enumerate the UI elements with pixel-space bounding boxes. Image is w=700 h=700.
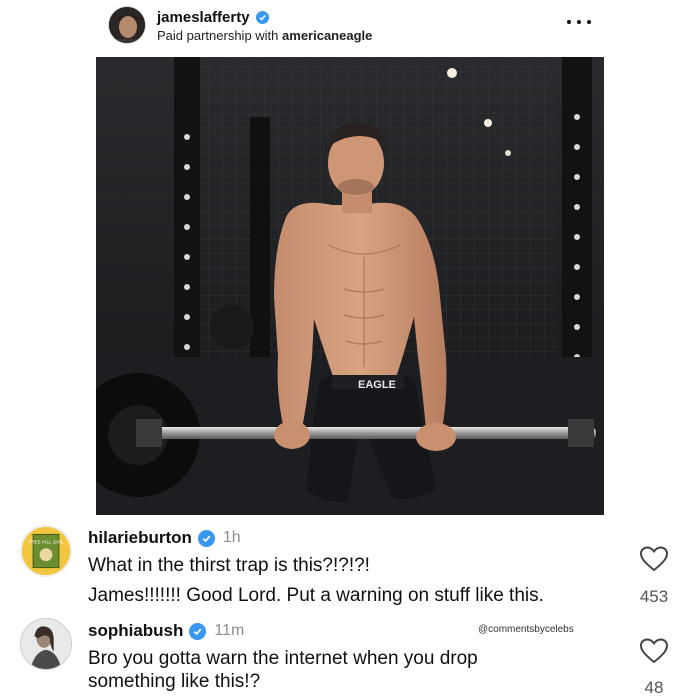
like-count: 453 [639,587,669,606]
avatar[interactable] [20,618,72,670]
heart-icon[interactable] [640,546,668,572]
watermark: @commentsbycelebs [478,624,574,635]
post-username[interactable]: jameslafferty [157,9,250,26]
verified-badge-icon [189,622,207,640]
comment-timestamp: 11m [214,622,245,639]
verified-badge-icon [255,11,269,24]
like-count: 48 [644,678,664,697]
comment-text-line: something like this!? [88,671,261,692]
heart-icon[interactable] [640,638,668,664]
comment-username[interactable]: sophiabush [88,621,183,641]
verified-badge-icon [197,529,215,547]
avatar[interactable] [108,6,146,44]
post-header: jameslafferty Paid partnership with amer… [0,0,700,56]
comment-text-line: What in the thirst trap is this?!?!?! [88,555,370,576]
waistband-text: EAGLE [358,379,396,391]
comment-username[interactable]: hilarieburton [88,528,192,548]
comment-text-line: Bro you gotta warn the internet when you… [88,648,478,669]
avatar[interactable]: TREE HILL GIRL [20,525,72,577]
post-photo[interactable]: EAGLE [96,57,604,515]
username-row: jameslafferty [157,9,269,26]
comment-timestamp: 1h [222,529,241,546]
partnership-prefix: Paid partnership with [157,28,279,43]
comment-header: sophiabush 11m [88,621,244,641]
avatar-book-text: TREE HILL GIRL [28,540,64,545]
comment-text-line: James!!!!!!! Good Lord. Put a warning on… [88,585,544,606]
partner-link[interactable]: americaneagle [282,28,372,43]
more-options-icon[interactable] [567,12,591,32]
comment-header: hilarieburton 1h [88,528,241,548]
paid-partnership-label: Paid partnership with americaneagle [157,28,372,43]
